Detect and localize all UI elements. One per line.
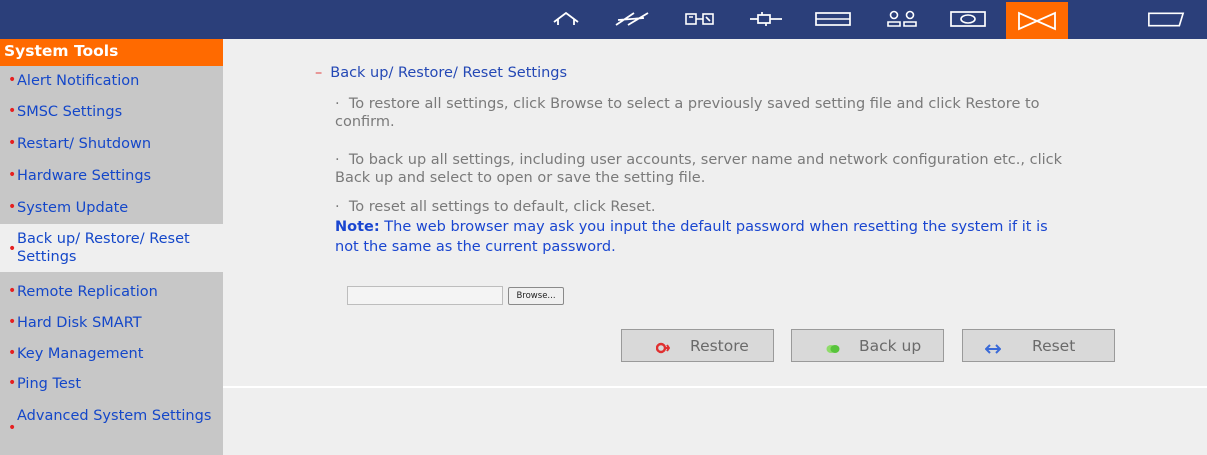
sidebar-item-label: Key Management [17, 346, 144, 362]
sidebar-item-backup-restore-reset[interactable]: • Back up/ Restore/ Reset Settings [0, 224, 223, 272]
bullet-icon: • [8, 72, 17, 88]
sidebar-item-advanced-system-settings[interactable]: • Advanced System Settings [0, 405, 223, 445]
sidebar-item-key-management[interactable]: • Key Management [0, 345, 223, 363]
divider [223, 386, 1207, 388]
sidebar: System Tools • Alert Notification • SMSC… [0, 39, 223, 455]
section-title: – Back up/ Restore/ Reset Settings [315, 65, 568, 81]
sidebar-item-ping-test[interactable]: • Ping Test [0, 375, 223, 393]
sidebar-item-system-update[interactable]: • System Update [0, 199, 223, 217]
bullet-icon: • [8, 314, 17, 330]
bullet-icon: • [8, 103, 17, 119]
sidebar-item-label: System Update [17, 200, 129, 216]
sidebar-item-label: SMSC Settings [17, 104, 123, 120]
top-navigation-bar [0, 0, 1207, 39]
reset-icon [984, 340, 1002, 358]
system-tools-icon[interactable] [1006, 2, 1068, 39]
sidebar-item-label: Hard Disk SMART [17, 315, 142, 331]
sidebar-item-label: Restart/ Shutdown [17, 136, 152, 152]
bullet-icon: • [8, 420, 17, 436]
bullet-icon: • [8, 283, 17, 299]
bullet-icon: · [335, 199, 349, 215]
note-text: The web browser may ask you input the de… [335, 219, 1048, 255]
network-icon[interactable] [612, 8, 652, 30]
backup-button[interactable]: Back up [791, 329, 944, 362]
sidebar-item-label: Back up/ Restore/ Reset Settings [17, 231, 190, 265]
sidebar-item-label: Ping Test [17, 376, 82, 392]
backup-icon [826, 340, 840, 358]
sidebar-item-alert-notification[interactable]: • Alert Notification [0, 72, 223, 90]
device-icon[interactable] [680, 8, 720, 30]
main-panel: – Back up/ Restore/ Reset Settings · To r… [223, 39, 1207, 455]
reset-button[interactable]: Reset [962, 329, 1115, 362]
file-path-input[interactable] [347, 286, 503, 305]
restore-instructions: · To restore all settings, click Browse … [335, 96, 1040, 130]
note: Note: The web browser may ask you input … [335, 217, 1075, 257]
bullet-icon: • [8, 167, 17, 183]
sidebar-item-remote-replication[interactable]: • Remote Replication [0, 283, 223, 301]
bullet-icon: · [335, 96, 349, 112]
sidebar-item-label: Advanced System Settings [17, 408, 212, 424]
sidebar-item-label: Alert Notification [17, 73, 140, 89]
disk-icon[interactable] [813, 8, 853, 30]
backup-instructions: · To back up all settings, including use… [335, 152, 1063, 186]
collapse-icon[interactable]: – [315, 65, 322, 81]
bullet-icon: • [8, 241, 17, 257]
home-icon[interactable] [546, 8, 586, 30]
users-icon[interactable] [882, 8, 922, 30]
sidebar-item-restart-shutdown[interactable]: • Restart/ Shutdown [0, 135, 223, 153]
sidebar-item-hard-disk-smart[interactable]: • Hard Disk SMART [0, 314, 223, 332]
reset-instructions: · To reset all settings to default, clic… [335, 199, 656, 215]
bullet-icon: • [8, 345, 17, 361]
restore-icon [655, 340, 671, 358]
restore-button[interactable]: Restore [621, 329, 774, 362]
folder-icon[interactable] [1146, 8, 1186, 30]
bullet-icon: • [8, 199, 17, 215]
sidebar-item-hardware-settings[interactable]: • Hardware Settings [0, 167, 223, 185]
bullet-icon: • [8, 135, 17, 151]
sidebar-title: System Tools [0, 39, 223, 66]
plug-icon[interactable] [746, 8, 786, 30]
sidebar-item-label: Remote Replication [17, 284, 158, 300]
sidebar-item-label: Hardware Settings [17, 168, 152, 184]
browse-button[interactable]: Browse... [508, 287, 564, 305]
bullet-icon: • [8, 375, 17, 391]
note-label: Note: [335, 219, 380, 235]
sidebar-item-smsc-settings[interactable]: • SMSC Settings [0, 103, 223, 121]
bullet-icon: · [335, 152, 349, 168]
monitor-icon[interactable] [948, 8, 988, 30]
